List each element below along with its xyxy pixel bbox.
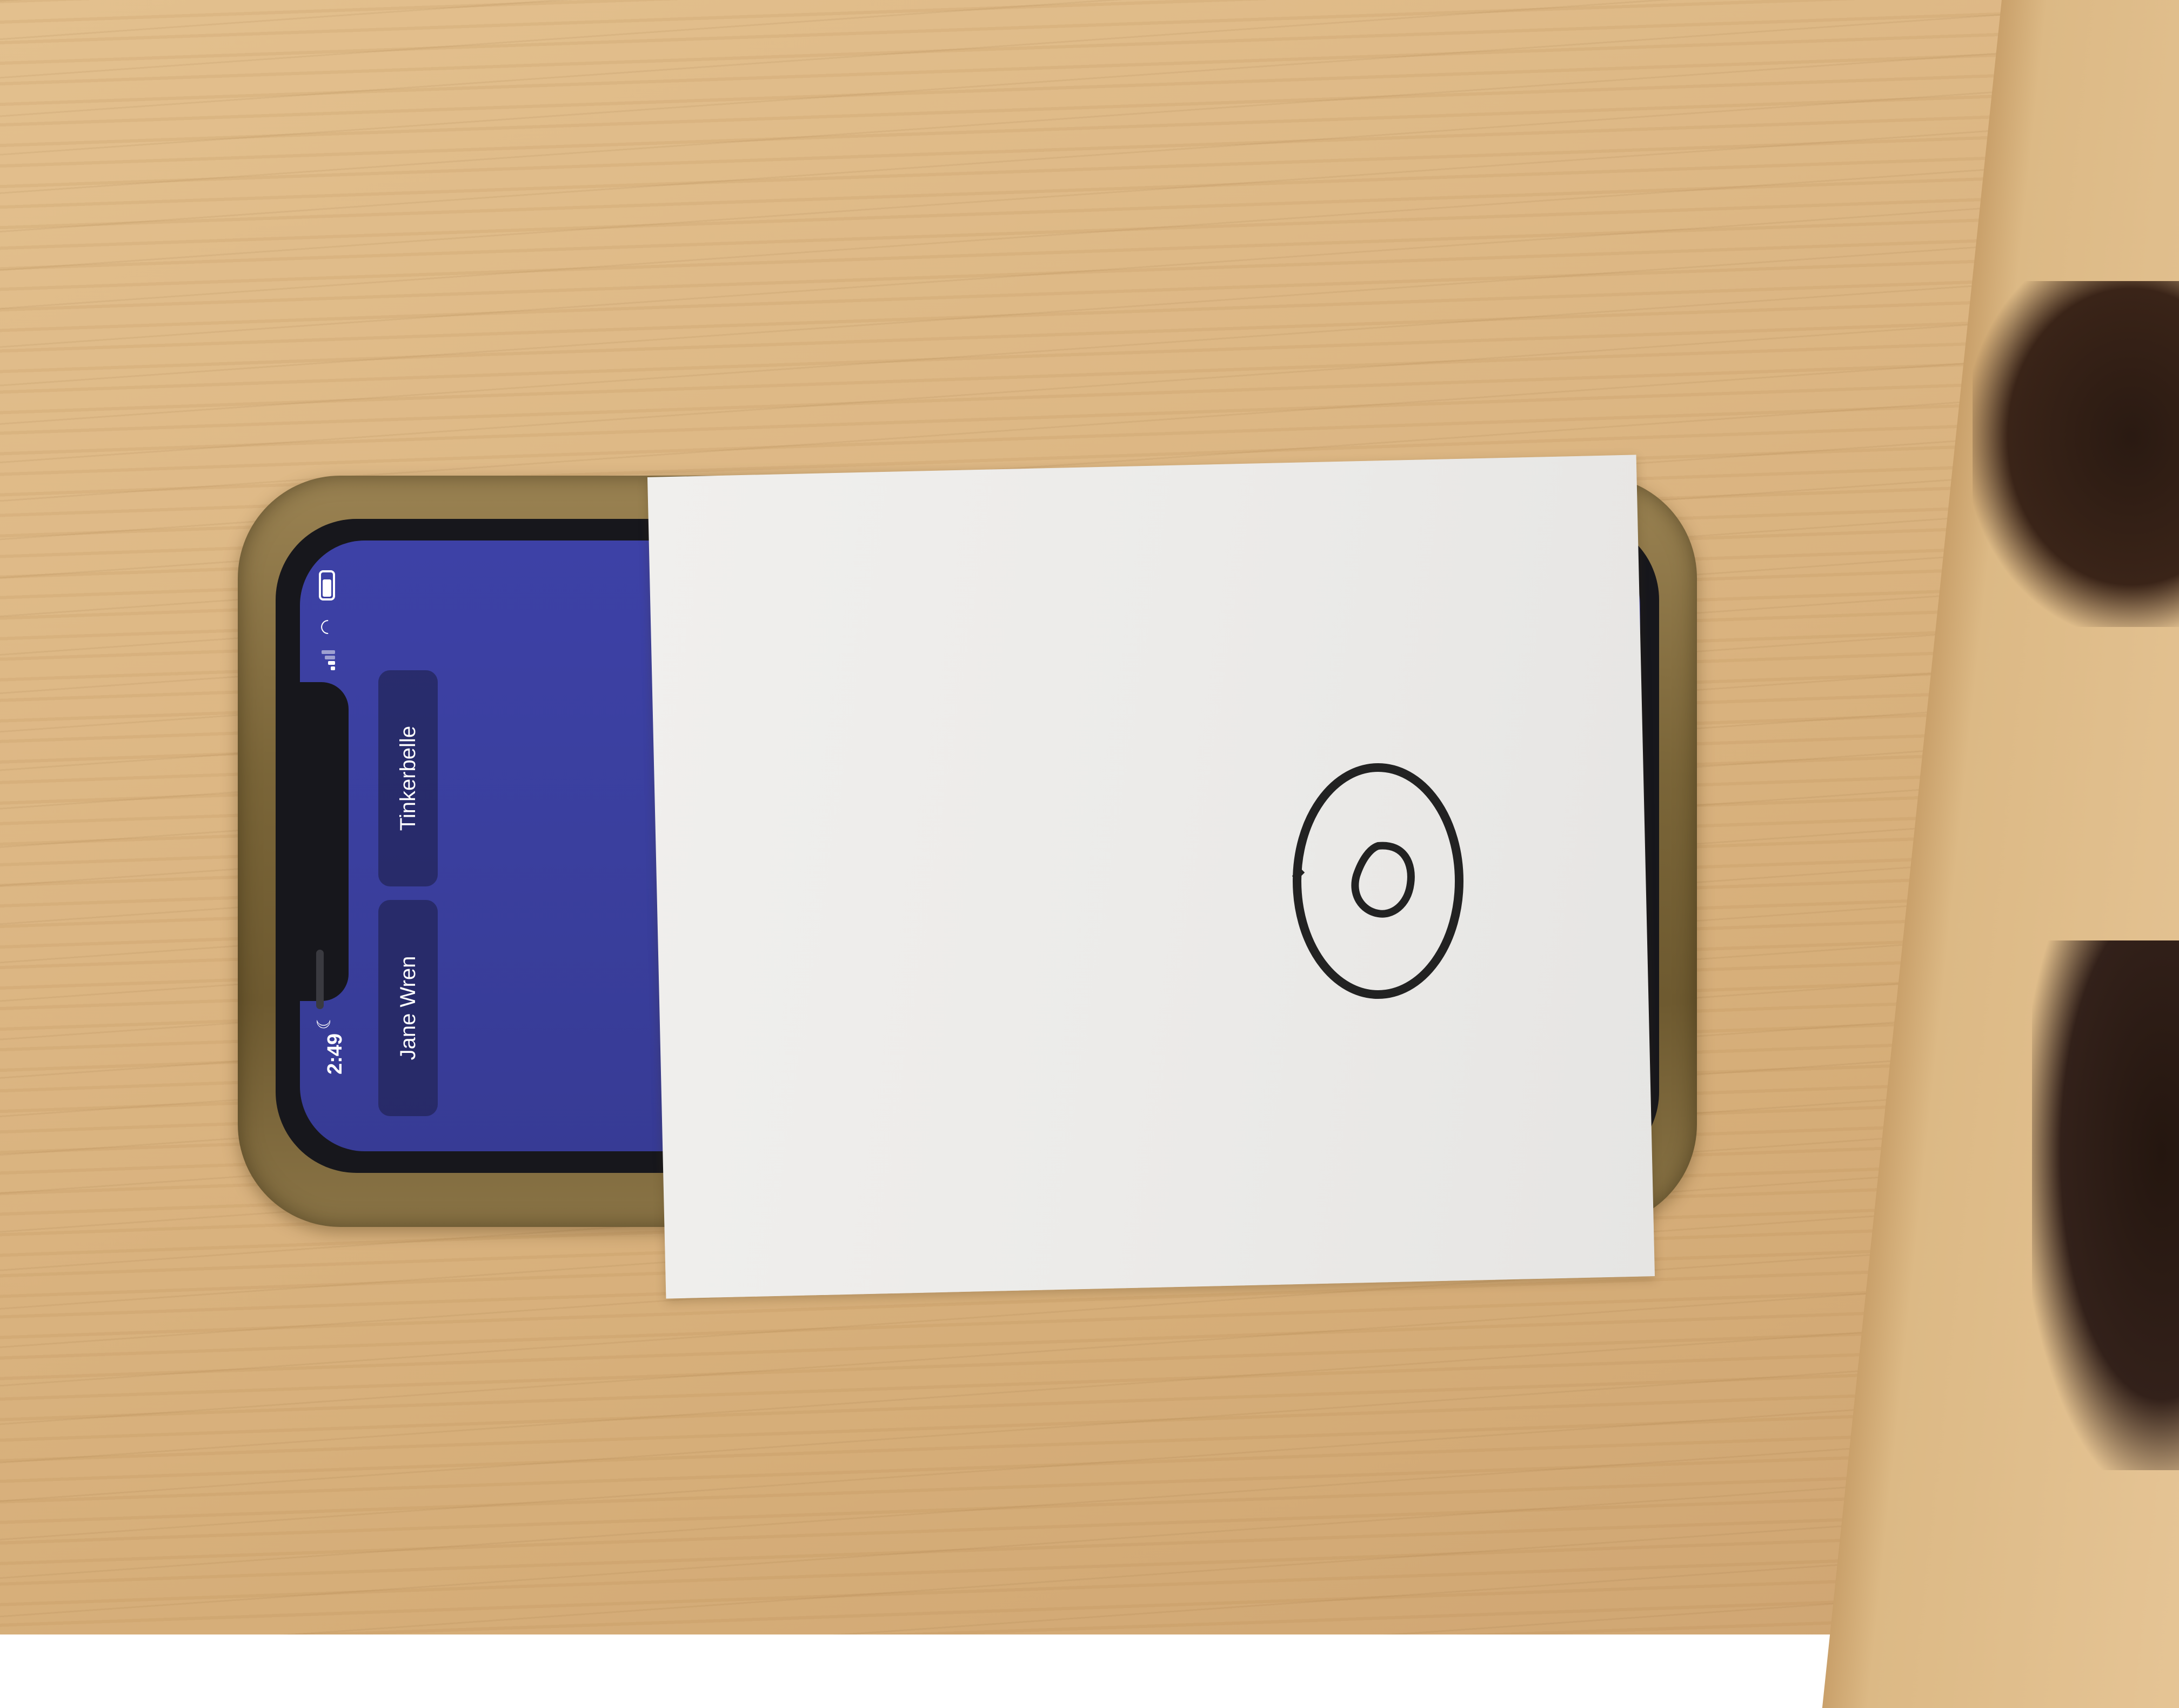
wifi-icon: ◠ (317, 619, 337, 635)
battery-icon (319, 570, 335, 601)
cellular-signal-icon (320, 648, 336, 671)
background-object (1973, 281, 2179, 627)
moon-icon: ☾ (314, 1013, 335, 1030)
contact-name: Jane Wren (396, 956, 420, 1060)
contact-name: Tinkerbelle (396, 725, 420, 831)
background-object-lower (2032, 940, 2179, 1470)
eye-drawing-icon (1292, 763, 1463, 999)
speaker-grille (316, 950, 324, 1009)
phone-notch (300, 682, 349, 1009)
paper-sheet (647, 455, 1655, 1299)
